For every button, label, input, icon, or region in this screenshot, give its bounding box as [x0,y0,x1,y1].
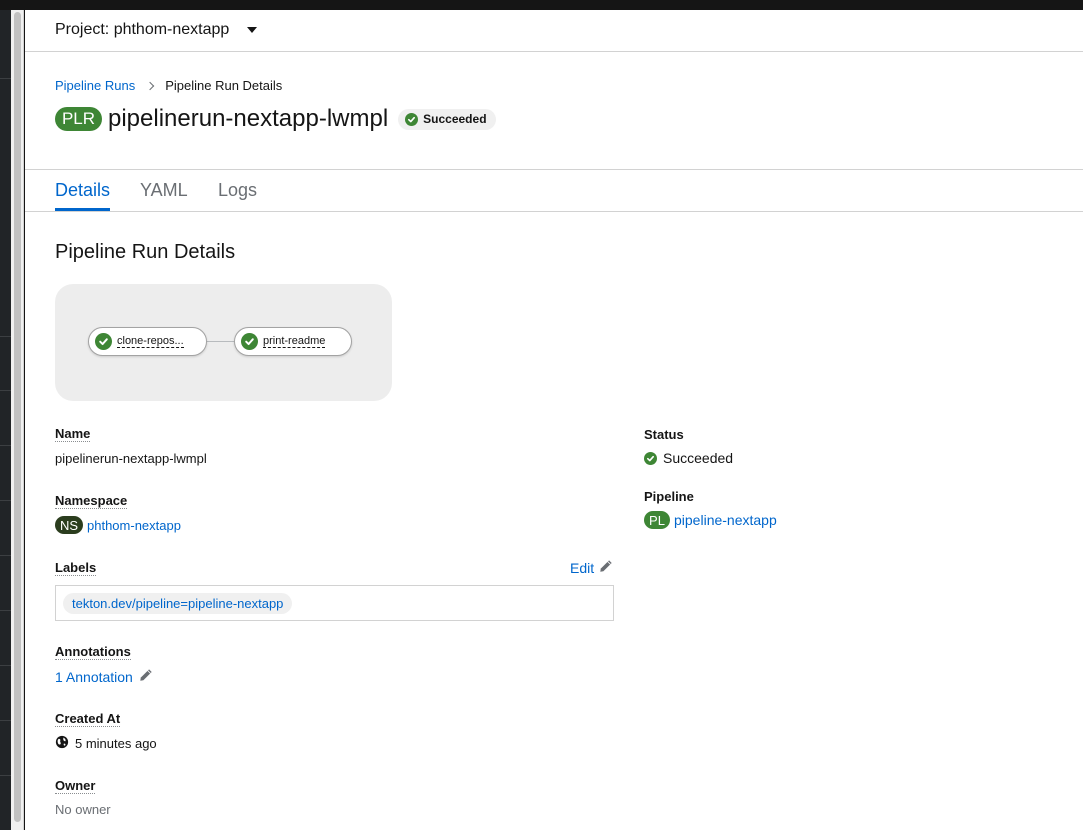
scrollbar-thumb[interactable] [14,12,21,822]
caret-down-icon [247,27,258,33]
pipeline-link[interactable]: pipeline-nextapp [674,512,777,528]
masthead-strip [0,0,1083,10]
pipeline-label: Pipeline [644,489,694,504]
namespace-value: NS phthom-nextapp [55,516,181,534]
namespace-badge: NS [55,516,83,534]
pencil-icon[interactable] [139,668,153,685]
status-badge: Succeeded [398,108,496,130]
pipeline-value: PL pipeline-nextapp [644,511,777,529]
labels-label: Labels [55,560,97,576]
breadcrumb-pipeline-runs-link[interactable]: Pipeline Runs [55,78,135,93]
project-selector-label: Project: phthom-nextapp [55,21,230,38]
owner-value: No owner [55,802,111,817]
created-at-text: 5 minutes ago [75,736,157,751]
annotations-value: 1 Annotation [55,668,153,685]
check-circle-icon [95,333,112,350]
name-label: Name [55,426,91,442]
tab-bar: Details YAML Logs [25,169,1083,212]
status-label: Status [644,427,684,442]
name-value: pipelinerun-nextapp-lwmpl [55,451,207,466]
edit-labels-label: Edit [570,559,595,576]
page-title: pipelinerun-nextapp-lwmpl [108,105,389,132]
created-at-value: 5 minutes ago [55,735,157,752]
task-node-clone-repository[interactable]: clone-repos... [88,327,207,356]
task-node-label: print-readme [263,335,326,348]
status-badge-label: Succeeded [423,112,487,126]
section-title: Pipeline Run Details [55,241,236,263]
annotations-link[interactable]: 1 Annotation [55,669,133,685]
labels-list: tekton.dev/pipeline=pipeline-nextapp [55,585,614,621]
edit-labels-button[interactable]: Edit [570,559,613,576]
annotations-label: Annotations [55,644,131,660]
active-tab-indicator [55,208,110,211]
status-value: Succeeded [644,450,733,466]
namespace-link[interactable]: phthom-nextapp [87,518,181,533]
task-node-print-readme[interactable]: print-readme [234,327,352,356]
pipeline-badge: PL [644,511,670,529]
page-header: PLR pipelinerun-nextapp-lwmpl Succeeded [55,105,496,133]
created-at-label: Created At [55,711,121,727]
namespace-label: Namespace [55,493,128,509]
main-content: Project: phthom-nextapp Pipeline Runs Pi… [25,10,1083,830]
breadcrumb-current: Pipeline Run Details [165,78,283,93]
tab-details[interactable]: Details [55,180,110,201]
resource-badge: PLR [55,107,102,131]
status-value-text: Succeeded [663,450,734,466]
project-selector[interactable]: Project: phthom-nextapp [55,21,258,39]
left-navigation [0,10,11,830]
task-node-label: clone-repos... [117,335,184,348]
tab-yaml[interactable]: YAML [140,180,188,201]
check-circle-icon [241,333,258,350]
chevron-right-icon [145,81,155,90]
globe-icon [55,735,69,752]
pipeline-graph: clone-repos... print-readme [55,284,392,401]
breadcrumb: Pipeline Runs Pipeline Run Details [55,78,282,93]
owner-label: Owner [55,778,96,794]
check-circle-icon [405,112,419,126]
graph-edge [207,341,235,342]
label-chip[interactable]: tekton.dev/pipeline=pipeline-nextapp [63,593,293,614]
project-bar: Project: phthom-nextapp [25,10,1083,52]
check-circle-icon [644,451,657,465]
pencil-icon [599,559,613,576]
tab-logs[interactable]: Logs [218,180,257,201]
